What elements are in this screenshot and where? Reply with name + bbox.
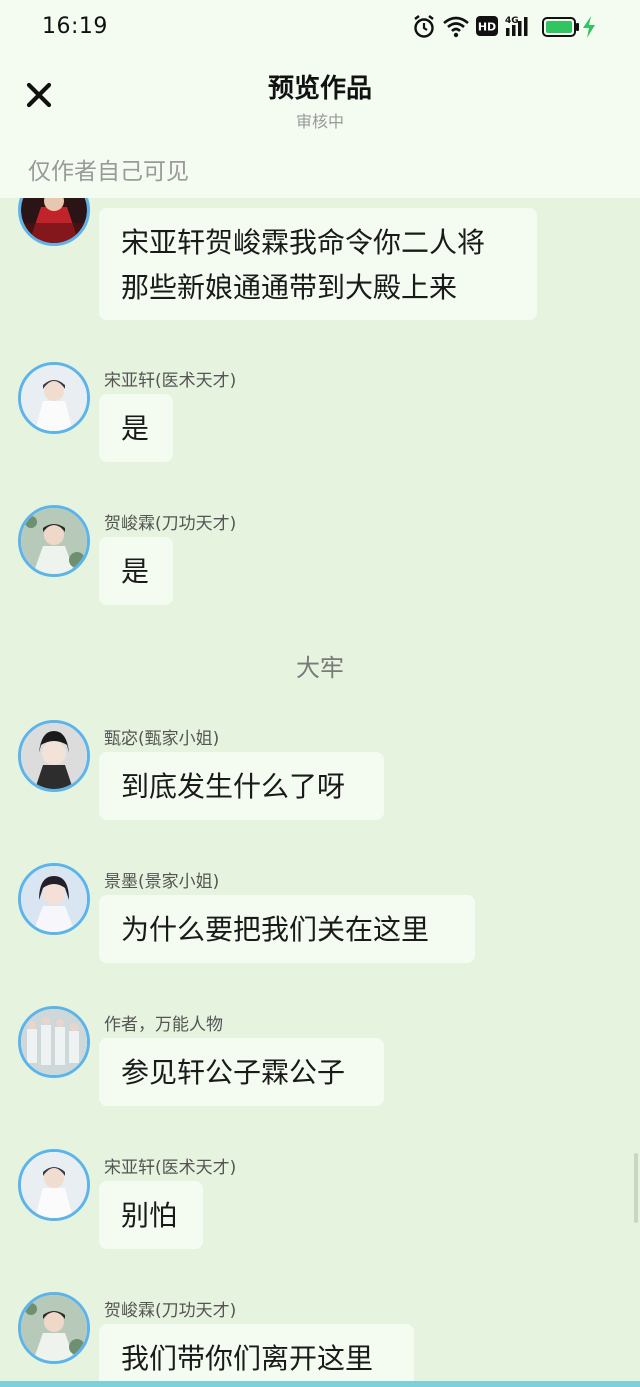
message-text-line: 别怕 [121, 1199, 178, 1232]
message-text-line: 是 [121, 555, 150, 588]
page-title: 预览作品 [267, 74, 372, 104]
svg-text:4G: 4G [505, 16, 519, 26]
message-bubble[interactable]: 是 [99, 537, 173, 605]
message-bubble[interactable]: 到底发生什么了呀 [99, 752, 384, 820]
avatar[interactable] [18, 362, 90, 434]
message-text-line: 宋亚轩贺峻霖我命令你二人将 [121, 226, 486, 259]
message-text-line: 那些新娘通通带到大殿上来 [121, 271, 458, 304]
message-bubble[interactable]: 我们带你们离开这里 [99, 1324, 414, 1387]
review-status: 审核中 [295, 112, 344, 131]
wifi-icon [443, 16, 469, 38]
message-bubble[interactable]: 是 [99, 394, 173, 462]
message-text-line: 到底发生什么了呀 [121, 770, 346, 803]
message-text-line: 参见轩公子霖公子 [121, 1056, 346, 1089]
avatar[interactable] [18, 505, 90, 577]
sender-name: 景墨(景家小姐) [104, 872, 220, 892]
sender-name: 贺峻霖(刀功天才) [104, 514, 237, 534]
message-bubble[interactable]: 别怕 [99, 1181, 203, 1249]
scene-label: 大牢 [296, 654, 344, 682]
preview-screen: 16:19 HD 4G 预览作品 审核中 仅作者自己可见 宋亚轩贺峻霖我命令你二… [0, 0, 640, 1387]
visibility-note: 仅作者自己可见 [28, 159, 189, 185]
sender-name: 宋亚轩(医术天才) [104, 1158, 237, 1178]
message-bubble[interactable]: 宋亚轩贺峻霖我命令你二人将 那些新娘通通带到大殿上来 [99, 208, 537, 320]
sender-name: 贺峻霖(刀功天才) [104, 1301, 237, 1321]
sender-name: 宋亚轩(医术天才) [104, 371, 237, 391]
status-time: 16:19 [42, 14, 108, 39]
signal-4g-icon: 4G [505, 16, 528, 36]
scrollbar[interactable] [634, 1153, 638, 1223]
avatar[interactable] [18, 198, 90, 246]
avatar[interactable] [18, 863, 90, 935]
sender-name: 甄宓(甄家小姐) [104, 729, 220, 749]
status-bar: 16:19 HD 4G [0, 0, 640, 56]
svg-text:HD: HD [478, 21, 496, 34]
message-text-line: 为什么要把我们关在这里 [121, 913, 430, 946]
avatar[interactable] [18, 720, 90, 792]
hd-icon: HD [476, 16, 498, 36]
message-bubble[interactable]: 参见轩公子霖公子 [99, 1038, 384, 1106]
chat-list[interactable]: 宋亚轩贺峻霖我命令你二人将 那些新娘通通带到大殿上来 宋亚轩(医术天才) 是 贺… [0, 198, 640, 1387]
sender-name: 作者，万能人物 [104, 1015, 223, 1035]
charging-icon [583, 16, 595, 38]
alarm-icon [414, 15, 434, 38]
avatar[interactable] [18, 1006, 90, 1078]
message-bubble[interactable]: 为什么要把我们关在这里 [99, 895, 475, 963]
bottom-progress-bar [0, 1381, 640, 1387]
battery-icon [542, 17, 579, 37]
status-icons: HD 4G [412, 14, 622, 42]
message-text-line: 我们带你们离开这里 [121, 1342, 374, 1375]
message-text-line: 是 [121, 412, 150, 445]
avatar[interactable] [18, 1149, 90, 1221]
avatar[interactable] [18, 1292, 90, 1364]
header: 预览作品 审核中 仅作者自己可见 [0, 56, 640, 198]
